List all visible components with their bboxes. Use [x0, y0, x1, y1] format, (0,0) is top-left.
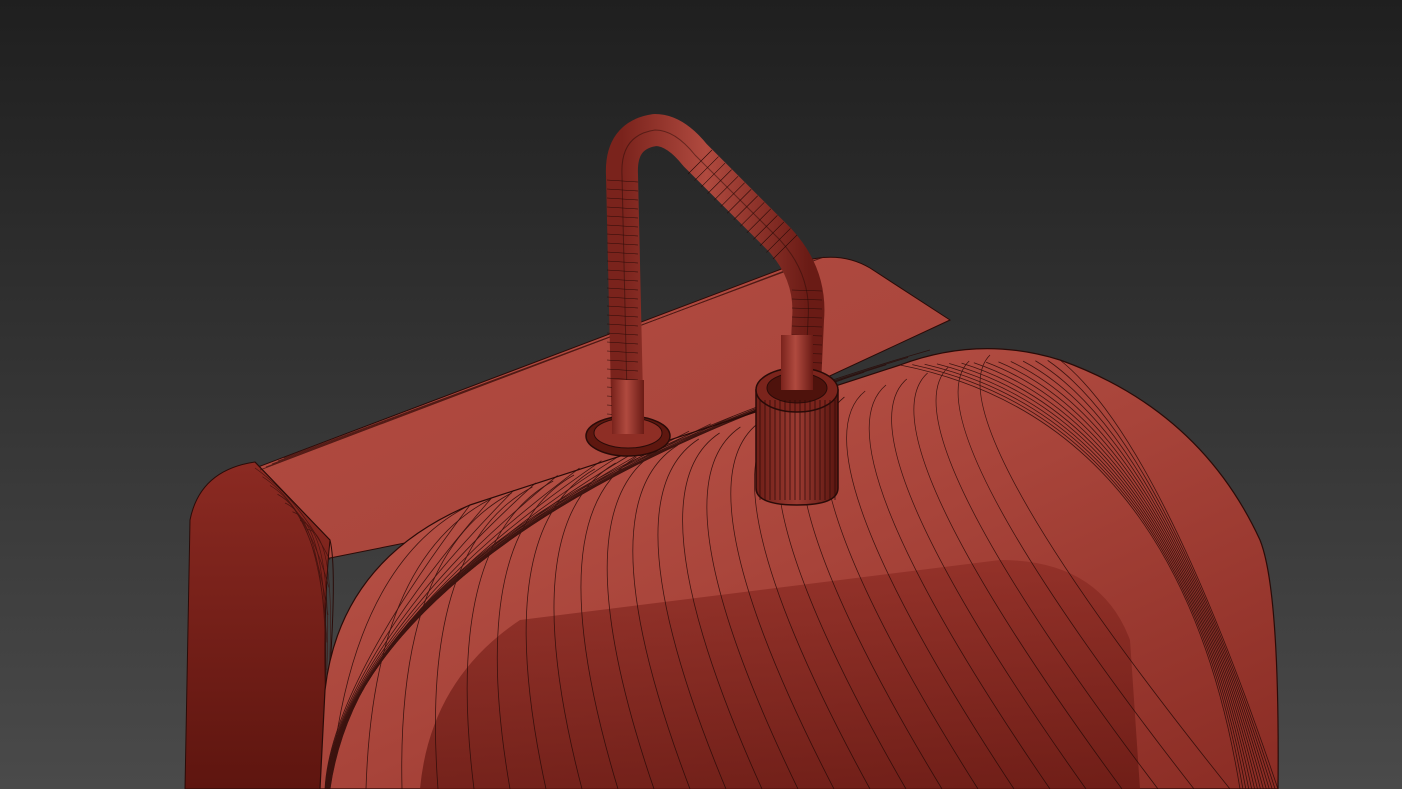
render-canvas [0, 0, 1402, 789]
3d-viewport[interactable] [0, 0, 1402, 789]
